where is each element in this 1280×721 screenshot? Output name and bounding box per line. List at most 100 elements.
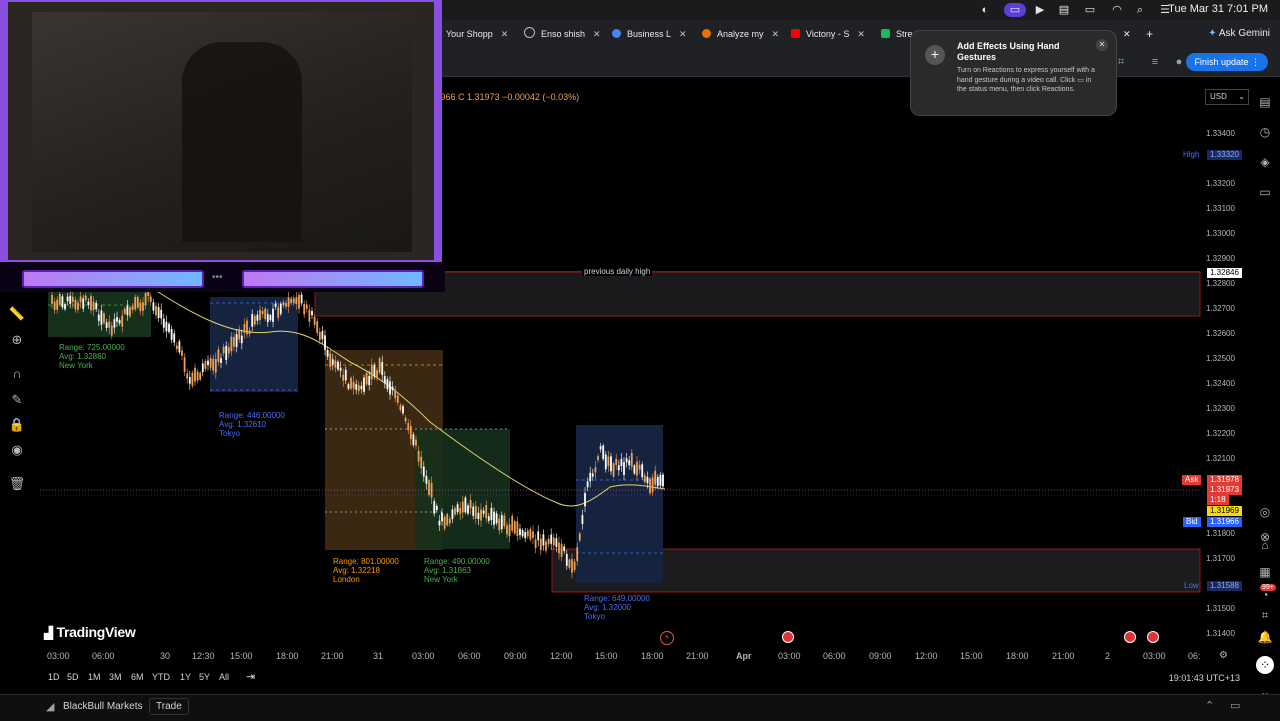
broker-name[interactable]: BlackBull Markets: [63, 701, 142, 712]
new-tab-icon[interactable]: +: [1146, 26, 1153, 42]
order-panel-icon[interactable]: ⌗: [1256, 606, 1274, 624]
candle-body: [269, 315, 272, 321]
tradingview-logo: ▟ TradingView: [44, 624, 136, 640]
candle-body: [461, 501, 464, 513]
us-flag-event-icon[interactable]: [1124, 631, 1136, 643]
close-icon[interactable]: ✕: [1123, 26, 1131, 42]
candle-body: [108, 321, 111, 328]
candle-body: [277, 307, 280, 318]
browser-tab[interactable]: Stre: [881, 26, 913, 42]
price-tick: 1.32300: [1206, 404, 1235, 413]
close-icon[interactable]: ✕: [679, 29, 687, 39]
video-effects-icon[interactable]: ▭: [1004, 3, 1026, 17]
session-avg: Avg: 1.32860: [59, 352, 107, 361]
candle-body: [58, 293, 61, 305]
maximize-panel-icon[interactable]: ▭: [1230, 699, 1240, 712]
range-button[interactable]: 3M: [109, 672, 122, 682]
candle-body: [597, 456, 599, 461]
browser-tab[interactable]: Enso shish ✕: [524, 26, 601, 42]
candle-body: [344, 369, 347, 381]
range-button[interactable]: YTD: [152, 672, 170, 682]
candle-body: [292, 298, 295, 303]
time-tick: Apr: [736, 651, 752, 661]
eye-icon[interactable]: ◉: [8, 441, 26, 459]
hotlist-icon[interactable]: ◎: [1256, 503, 1274, 521]
range-button[interactable]: 1Y: [180, 672, 191, 682]
browser-tab[interactable]: Analyze my ✕: [702, 26, 779, 42]
trade-button[interactable]: Trade: [149, 698, 189, 715]
range-button[interactable]: 6M: [131, 672, 144, 682]
streams-icon[interactable]: ▦: [1256, 563, 1274, 581]
us-flag-event-icon[interactable]: [1147, 631, 1159, 643]
trash-icon[interactable]: 🗑: [8, 475, 26, 493]
close-icon[interactable]: ✕: [1096, 39, 1108, 51]
watchlist-icon[interactable]: ▤: [1256, 93, 1274, 111]
pencil-lock-icon[interactable]: ✎: [8, 391, 26, 409]
close-icon[interactable]: ✕: [857, 29, 865, 39]
collapse-panel-icon[interactable]: ⌃: [1205, 699, 1214, 712]
candle-body: [139, 302, 142, 312]
ruler-icon[interactable]: 📏: [8, 305, 26, 323]
bell-icon[interactable]: 🔔: [1256, 628, 1274, 646]
candle-body: [480, 509, 482, 521]
candle-body: [459, 508, 462, 514]
candle-body: [204, 361, 207, 369]
price-tick: 1.32200: [1206, 429, 1235, 438]
alerts-clock-icon[interactable]: ◷: [1256, 123, 1274, 141]
utc-clock[interactable]: 19:01:43 UTC+13: [1169, 673, 1240, 683]
youtube-icon: [791, 29, 800, 38]
candle-body: [183, 357, 186, 372]
range-button[interactable]: 1M: [88, 672, 101, 682]
tv-logo-icon: ▟: [44, 626, 53, 640]
range-button[interactable]: All: [219, 672, 229, 682]
candle-body: [472, 506, 475, 516]
browser-tab[interactable]: Your Shopp ✕: [446, 26, 508, 42]
ideas-icon[interactable]: ⌂: [1256, 536, 1274, 554]
candle-body: [360, 385, 363, 390]
webcam-frame-edge: [434, 2, 440, 260]
zoom-in-icon[interactable]: ⊕: [8, 331, 26, 349]
browser-tab[interactable]: Business L ✕: [612, 26, 687, 42]
spotlight-search-icon[interactable]: ⌕: [1133, 3, 1147, 17]
date-range-icon[interactable]: ⇥: [246, 670, 255, 683]
menu-bar-clock[interactable]: Tue Mar 31 7:01 PM: [1168, 3, 1268, 15]
range-button[interactable]: 1D: [48, 672, 60, 682]
time-tick: 03:00: [1143, 651, 1166, 661]
currency-select[interactable]: USD ⌄: [1205, 89, 1249, 105]
media-control-icon[interactable]: ≡: [1148, 55, 1162, 69]
keyboard-icon[interactable]: ▤: [1057, 3, 1071, 17]
price-tick: 1.32400: [1206, 379, 1235, 388]
reactions-notification[interactable]: + Add Effects Using Hand Gestures Turn o…: [910, 30, 1117, 116]
broker-icon: ◢: [46, 701, 55, 713]
profile-avatar-icon[interactable]: ●: [1172, 55, 1186, 69]
range-button[interactable]: 5D: [67, 672, 79, 682]
close-icon[interactable]: ✕: [593, 29, 601, 39]
screen-mirror-icon[interactable]: ◐: [978, 3, 992, 17]
settings-gear-icon[interactable]: ⚙: [1219, 650, 1228, 661]
previous-high-price-tag: 1.32846: [1207, 268, 1242, 278]
person-silhouette: [182, 42, 302, 242]
candle-body: [612, 463, 615, 477]
apps-grid-icon[interactable]: ⁘: [1256, 656, 1274, 674]
close-icon[interactable]: ✕: [772, 29, 780, 39]
play-icon[interactable]: ▶: [1033, 3, 1047, 17]
finish-update-button[interactable]: Finish update ⋮: [1186, 53, 1268, 71]
us-flag-event-icon[interactable]: [782, 631, 794, 643]
candle-body: [290, 298, 293, 303]
magnet-icon[interactable]: ∩: [8, 365, 26, 383]
range-button[interactable]: 5Y: [199, 672, 210, 682]
wifi-icon[interactable]: ◠: [1110, 3, 1124, 17]
candle-body: [599, 446, 602, 450]
candle-body: [594, 467, 597, 473]
battery-icon[interactable]: ▭: [1081, 3, 1099, 17]
candle-body: [256, 314, 259, 321]
browser-tab[interactable]: Victony - S ✕: [791, 26, 865, 42]
economic-event-icon[interactable]: ⚡: [660, 631, 674, 645]
close-icon[interactable]: ✕: [501, 29, 509, 39]
data-window-icon[interactable]: ◈: [1256, 153, 1274, 171]
candle-body: [113, 319, 116, 328]
chat-icon[interactable]: ▭: [1256, 183, 1274, 201]
ask-gemini-button[interactable]: ✦ Ask Gemini: [1208, 25, 1270, 43]
lock-icon[interactable]: 🔒: [8, 416, 26, 434]
candle-body: [79, 296, 82, 303]
